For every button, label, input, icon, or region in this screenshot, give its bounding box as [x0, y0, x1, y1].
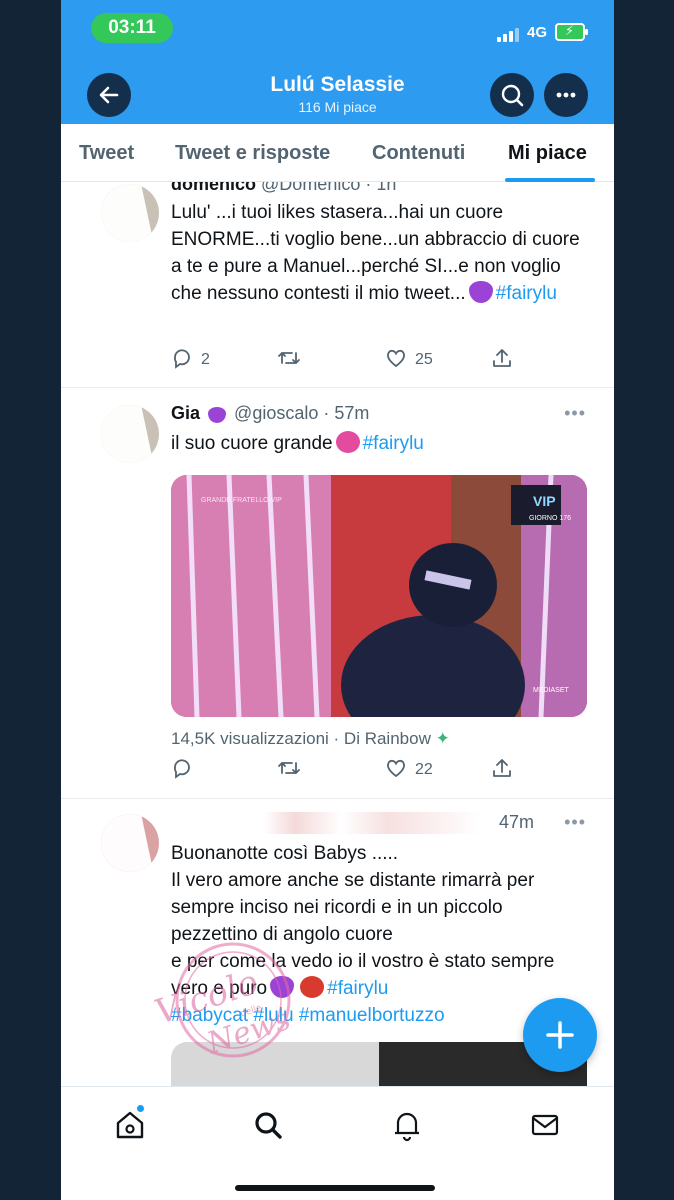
share-button[interactable] — [491, 757, 521, 779]
reply-count: 2 — [201, 351, 210, 368]
rose-icon — [300, 976, 325, 998]
tab-mi-piace[interactable]: Mi piace — [508, 142, 587, 165]
gfvip-logo: VIP — [533, 493, 556, 509]
retweet-icon — [278, 762, 300, 774]
compose-tweet-button[interactable] — [523, 998, 597, 1072]
tweet-actions: 2 25 — [171, 347, 591, 371]
purple-heart-icon — [270, 976, 295, 998]
hashtag-link[interactable]: #fairylu — [496, 283, 557, 304]
hashtag-link[interactable]: #fairylu — [327, 978, 388, 999]
more-horizontal-icon — [556, 92, 576, 98]
reply-button[interactable]: 2 — [171, 347, 210, 369]
tweet-line: Buonanotte così Babys ..... — [171, 843, 399, 864]
tweet[interactable]: Gia @gioscalo · 57m ••• il suo cuore gra… — [61, 389, 614, 799]
tweet-more-button[interactable]: ••• — [564, 812, 586, 833]
search-icon — [501, 84, 524, 107]
reply-button[interactable] — [171, 757, 201, 779]
bottom-navigation — [61, 1086, 614, 1200]
more-button[interactable] — [544, 73, 588, 117]
notification-dot — [137, 1105, 144, 1112]
network-label: 4G — [527, 24, 548, 41]
tweet-time: 47m — [499, 812, 535, 832]
tweet-time-wrap: 47m — [499, 812, 534, 833]
video-day-label: GIORNO 176 — [529, 515, 572, 522]
mail-icon — [531, 1114, 559, 1136]
fairy-icon: ✦ — [435, 729, 450, 748]
like-count: 25 — [415, 351, 433, 368]
tweet-time: 57m — [334, 403, 370, 423]
bell-icon — [395, 1112, 419, 1142]
share-icon — [493, 759, 511, 777]
tab-contenuti[interactable]: Contenuti — [372, 142, 465, 165]
purple-heart-icon — [468, 281, 493, 303]
video-frame — [171, 475, 587, 717]
retweet-icon — [278, 352, 300, 364]
share-icon — [493, 349, 511, 367]
tweet-line: Il vero amore anche se distante rimarrà … — [171, 870, 535, 945]
redacted-author — [171, 812, 481, 834]
search-button[interactable] — [490, 73, 534, 117]
author-name: domenico — [171, 182, 257, 194]
tweet-header: domenico @Domenico · 1h — [171, 182, 396, 195]
share-button[interactable] — [491, 347, 521, 369]
status-time: 03:11 — [91, 13, 173, 43]
views-text: 14,5K visualizzazioni · Di Rainbow — [171, 729, 431, 748]
reply-icon — [173, 759, 190, 779]
tweet-more-button[interactable]: ••• — [564, 403, 586, 424]
author-handle: @gioscalo — [234, 403, 319, 423]
views-count: 14,5K visualizzazioni · Di Rainbow ✦ — [171, 729, 450, 749]
author-handle: @Domenico — [261, 182, 361, 194]
phone-screen: 03:11 4G ⚡ Lulú Selassie 116 Mi piace Tw… — [61, 0, 614, 1200]
nav-home[interactable] — [110, 1105, 150, 1145]
avatar[interactable] — [101, 405, 159, 463]
heart-icon — [387, 759, 405, 778]
retweet-button[interactable] — [277, 347, 309, 369]
nav-search[interactable] — [248, 1105, 288, 1145]
search-icon — [255, 1112, 282, 1139]
hashtag-link[interactable]: #fairylu — [363, 433, 424, 454]
profile-tabs: Tweet Tweet e risposte Contenuti Mi piac… — [61, 124, 614, 182]
tab-tweet-e-risposte[interactable]: Tweet e risposte — [175, 142, 330, 165]
tweet-actions: 22 — [171, 757, 591, 781]
tab-tweet[interactable]: Tweet — [79, 142, 134, 165]
nav-messages[interactable] — [525, 1105, 565, 1145]
avatar[interactable] — [101, 814, 159, 872]
tweet-time: 1h — [376, 182, 397, 194]
like-button[interactable]: 22 — [385, 757, 433, 779]
profile-header: 03:11 4G ⚡ Lulú Selassie 116 Mi piace — [61, 0, 614, 124]
tweet-line-wrap: e per come la vedo io il vostro è stato … — [171, 948, 591, 1002]
channel-logo: MEDIASET — [533, 687, 569, 694]
nav-notifications[interactable] — [387, 1105, 427, 1145]
video-overlay-text: GRANDE FRATELLO VIP — [201, 497, 282, 504]
tweet-text-content: il suo cuore grande — [171, 433, 333, 454]
tweet-video[interactable]: GRANDE FRATELLO VIP VIP GIORNO 176 MEDIA… — [171, 475, 587, 717]
like-button[interactable]: 25 — [385, 347, 433, 369]
tweet[interactable]: domenico @Domenico · 1h Lulu' ...i tuoi … — [61, 182, 614, 388]
home-icon — [116, 1111, 144, 1139]
tweet-text: Lulu' ...i tuoi likes stasera...hai un c… — [171, 199, 591, 307]
author-name: Gia — [171, 403, 201, 423]
purple-heart-icon — [208, 407, 227, 423]
home-indicator — [235, 1185, 435, 1191]
tweet-header: Gia @gioscalo · 57m — [171, 403, 370, 423]
battery-icon: ⚡ — [555, 23, 588, 41]
reply-icon — [173, 349, 190, 369]
heart-icon — [387, 349, 405, 368]
like-count: 22 — [415, 761, 433, 778]
avatar[interactable] — [101, 184, 159, 242]
sparkling-heart-icon — [335, 431, 360, 453]
plus-icon — [546, 1021, 574, 1049]
tweet-text: il suo cuore grande #fairylu — [171, 430, 591, 457]
retweet-button[interactable] — [277, 757, 309, 779]
signal-icon — [497, 26, 519, 42]
